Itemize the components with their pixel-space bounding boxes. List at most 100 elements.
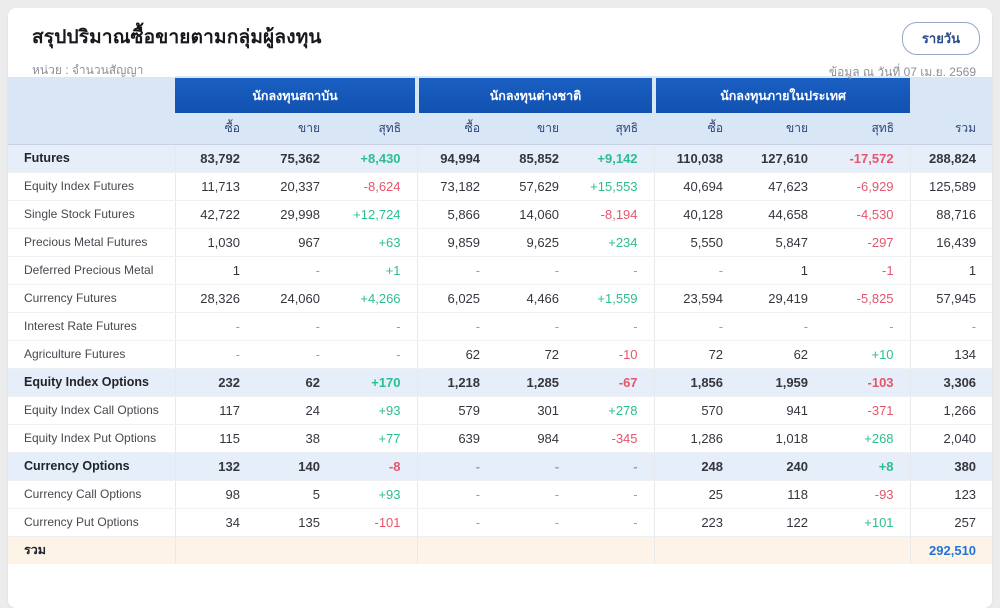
cell-value: -8,624 [336,172,417,200]
col-header-buy: ซื้อ [654,113,739,144]
cell-value: 14,060 [496,200,575,228]
col-header-net: สุทธิ [824,113,910,144]
group-header-domestic: นักลงทุนภายในประเทศ [654,77,910,113]
row-label: Equity Index Put Options [8,424,175,452]
cell-value: 5 [256,480,336,508]
cell-value: -101 [336,508,417,536]
cell-row-total: 288,824 [910,144,992,172]
card-header-left: สรุปปริมาณซื้อขายตามกลุ่มผู้ลงทุน หน่วย … [32,22,322,80]
cell-value: +63 [336,228,417,256]
cell-value: 1,285 [496,368,575,396]
cell-value: 1,218 [417,368,496,396]
cell-value: - [256,340,336,368]
cell-value: - [256,312,336,340]
cell-value: 24,060 [256,284,336,312]
cell-value: 25 [654,480,739,508]
cell-value: 72 [654,340,739,368]
cell-value: 1,018 [739,424,824,452]
cell-value: 223 [654,508,739,536]
cell-value [175,536,256,564]
table-row: Interest Rate Futures---------- [8,312,992,340]
cell-row-total: - [910,312,992,340]
cell-value: 117 [175,396,256,424]
cell-value: 140 [256,452,336,480]
row-label: Currency Put Options [8,508,175,536]
cell-value: 4,466 [496,284,575,312]
cell-value: - [654,256,739,284]
card-header-right: รายวัน ข้อมูล ณ วันที่ 07 เม.ย. 2569 [829,22,980,82]
cell-value: +8,430 [336,144,417,172]
row-label: Equity Index Futures [8,172,175,200]
cell-value: 24 [256,396,336,424]
cell-value: 9,625 [496,228,575,256]
cell-value: -6,929 [824,172,910,200]
cell-value: -8,194 [575,200,654,228]
cell-value: 1 [739,256,824,284]
cell-value: - [654,312,739,340]
cell-value: 44,658 [739,200,824,228]
group-header-foreign: นักลงทุนต่างชาติ [417,77,654,113]
cell-value: +1 [336,256,417,284]
cell-value [496,536,575,564]
cell-value: -17,572 [824,144,910,172]
row-label: Agriculture Futures [8,340,175,368]
cell-value: - [824,312,910,340]
cell-value: -93 [824,480,910,508]
cell-row-total: 2,040 [910,424,992,452]
cell-value: 6,025 [417,284,496,312]
cell-value: 9,859 [417,228,496,256]
cell-value: 40,694 [654,172,739,200]
cell-value: - [496,452,575,480]
cell-value: - [575,256,654,284]
cell-value: 570 [654,396,739,424]
cell-value: 28,326 [175,284,256,312]
cell-value: 118 [739,480,824,508]
cell-value: 115 [175,424,256,452]
cell-value: 639 [417,424,496,452]
cell-value: 984 [496,424,575,452]
sub-header-spacer [8,113,175,144]
row-label: Futures [8,144,175,172]
cell-value: - [256,256,336,284]
cell-value [256,536,336,564]
cell-value: 47,623 [739,172,824,200]
cell-row-total: 380 [910,452,992,480]
cell-value: 11,713 [175,172,256,200]
row-label: Currency Futures [8,284,175,312]
group-header-spacer-left [8,77,175,113]
cell-value: 94,994 [417,144,496,172]
cell-value: - [175,340,256,368]
cell-value: - [417,452,496,480]
cell-value: - [496,312,575,340]
cell-value: - [417,256,496,284]
cell-value: 1,856 [654,368,739,396]
cell-value: 20,337 [256,172,336,200]
cell-value: -8 [336,452,417,480]
cell-value: 122 [739,508,824,536]
cell-value [824,536,910,564]
cell-value: +93 [336,480,417,508]
cell-row-total: 125,589 [910,172,992,200]
cell-value: -5,825 [824,284,910,312]
cell-row-total: 3,306 [910,368,992,396]
cell-value: 62 [739,340,824,368]
summary-card: สรุปปริมาณซื้อขายตามกลุ่มผู้ลงทุน หน่วย … [8,8,992,608]
cell-value: +268 [824,424,910,452]
cell-value: 1 [175,256,256,284]
cell-value [739,536,824,564]
cell-value: +4,266 [336,284,417,312]
col-header-buy: ซื้อ [417,113,496,144]
cell-value: 29,419 [739,284,824,312]
cell-value: 941 [739,396,824,424]
investor-volume-table: นักลงทุนสถาบัน นักลงทุนต่างชาติ นักลงทุน… [8,76,992,564]
table-row: Currency Put Options34135-101---223122+1… [8,508,992,536]
col-header-net: สุทธิ [336,113,417,144]
daily-toggle-button[interactable]: รายวัน [902,22,980,55]
cell-value: - [575,480,654,508]
cell-row-total: 16,439 [910,228,992,256]
cell-value: +10 [824,340,910,368]
cell-value [575,536,654,564]
cell-value: - [575,312,654,340]
row-label: Deferred Precious Metal [8,256,175,284]
data-as-of-date: ข้อมูล ณ วันที่ 07 เม.ย. 2569 [829,63,980,82]
